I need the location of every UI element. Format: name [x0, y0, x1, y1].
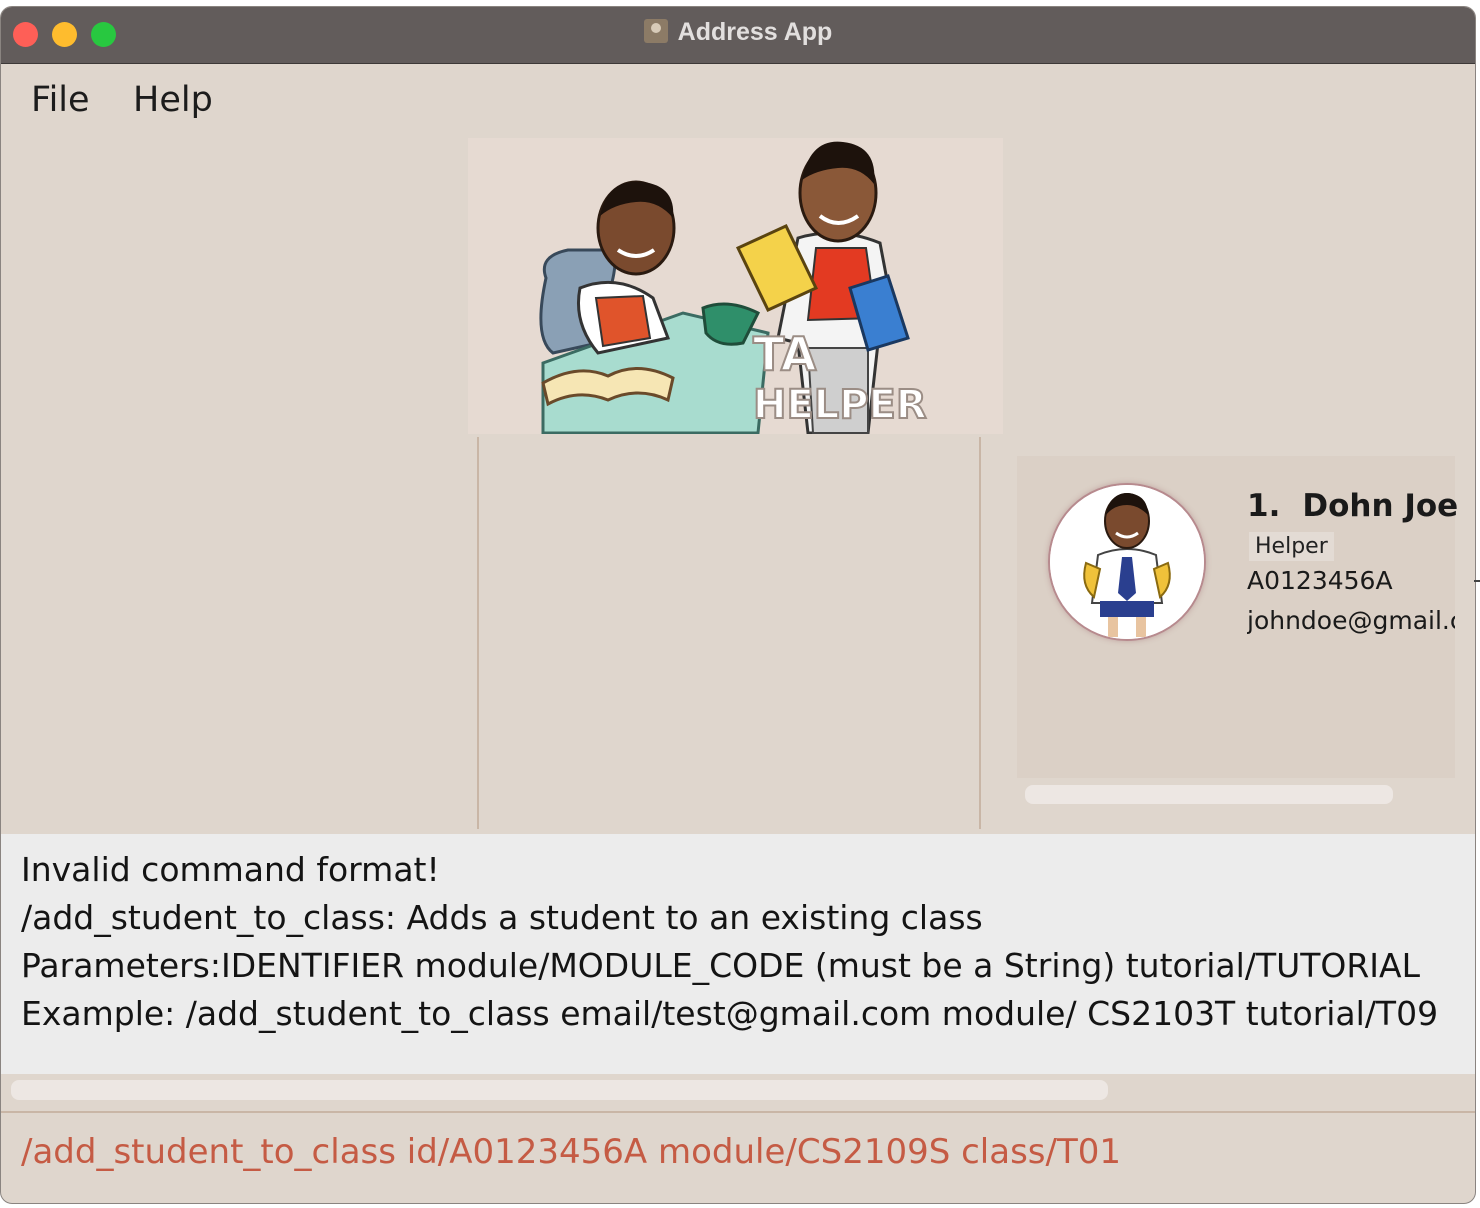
- ta-helper-banner: TA HELPER: [468, 138, 1003, 435]
- result-line: /add_student_to_class: Adds a student to…: [21, 898, 983, 937]
- person-index: 1.: [1247, 488, 1281, 524]
- column-divider-left[interactable]: [477, 437, 479, 829]
- result-line: Example: /add_student_to_class email/tes…: [21, 994, 1439, 1033]
- app-window: Address App File Help TA HELPER 1. Dohn …: [0, 6, 1476, 1204]
- command-input[interactable]: [19, 1131, 1443, 1173]
- menu-file[interactable]: File: [31, 80, 90, 120]
- logo-helper-text: HELPER: [753, 382, 927, 428]
- person-card[interactable]: 1. Dohn Joe Helper A0123456A johndoe@gmai…: [1017, 456, 1458, 778]
- person-avatar: [1048, 483, 1206, 641]
- title-bar[interactable]: Address App: [1, 7, 1475, 64]
- command-box: [1, 1111, 1475, 1203]
- person-tag: Helper: [1249, 532, 1334, 561]
- person-list-scrollbar[interactable]: [1025, 785, 1393, 804]
- ta-helper-illustration: TA HELPER: [468, 138, 1003, 435]
- person-id: A0123456A: [1247, 566, 1393, 595]
- resize-edge[interactable]: [1474, 580, 1480, 582]
- person-email: johndoe@gmail.com: [1247, 606, 1455, 635]
- person-name-text: Dohn Joe: [1302, 488, 1459, 524]
- result-scrollbar[interactable]: [11, 1080, 1108, 1100]
- menu-help[interactable]: Help: [133, 80, 213, 120]
- result-line: Parameters:IDENTIFIER module/MODULE_CODE…: [21, 946, 1421, 985]
- person-name: 1. Dohn Joe: [1247, 488, 1458, 524]
- result-display: Invalid command format! /add_student_to_…: [1, 834, 1475, 1074]
- result-line: Invalid command format!: [21, 850, 440, 889]
- menu-bar: File Help: [1, 64, 1475, 134]
- window-title: Address App: [1, 18, 1475, 47]
- student-caricature-icon: [1050, 485, 1204, 639]
- logo-ta-text: TA: [753, 327, 817, 381]
- address-book-icon: [643, 19, 668, 43]
- column-divider-right[interactable]: [979, 437, 981, 829]
